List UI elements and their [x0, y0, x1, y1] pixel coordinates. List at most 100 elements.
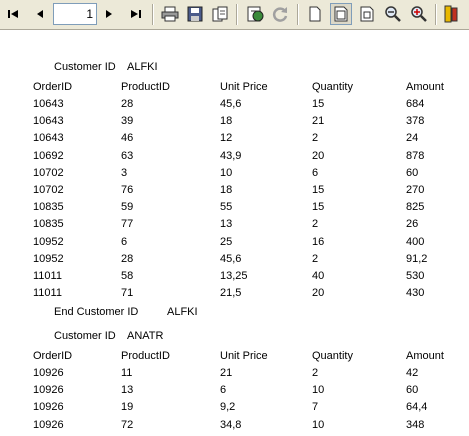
table-cell: 55	[220, 201, 233, 214]
zoom-in-button[interactable]	[408, 3, 430, 25]
column-header: OrderID	[33, 81, 73, 93]
table-cell: 6	[312, 166, 319, 179]
table-cell: 10643	[33, 132, 64, 145]
table-cell: 76	[121, 184, 134, 196]
table-cell: 20	[312, 287, 325, 300]
first-page-button[interactable]	[2, 3, 24, 25]
column-header: Quantity	[312, 350, 353, 362]
save-icon	[187, 6, 203, 22]
table-cell: 42	[406, 367, 419, 379]
table-cell: 18	[220, 184, 233, 196]
page-width-button[interactable]	[330, 3, 352, 25]
table-cell: 9,2	[220, 401, 236, 414]
table-cell: 19	[121, 401, 134, 414]
table-cell: 11011	[33, 287, 62, 300]
table-cell: 45,6	[220, 98, 242, 110]
table-cell: 46	[121, 132, 134, 145]
zoom-out-icon	[385, 6, 401, 22]
column-header: Amount	[406, 350, 444, 362]
table-cell: 6	[220, 384, 227, 397]
table-cell: 20	[312, 149, 325, 162]
table-cell: 28	[121, 98, 134, 110]
column-header: Quantity	[312, 81, 353, 93]
close-button[interactable]	[440, 3, 462, 25]
previous-page-button[interactable]	[29, 3, 51, 25]
table-cell: 430	[406, 287, 425, 300]
first-page-icon	[8, 10, 18, 18]
export-button[interactable]	[209, 3, 231, 25]
table-cell: 72	[121, 418, 134, 431]
table-cell: 2	[312, 367, 319, 379]
table-cell: 3	[121, 166, 128, 179]
single-page-button[interactable]	[304, 3, 326, 25]
table-cell: 77	[121, 218, 134, 231]
table-cell: 10926	[33, 401, 64, 414]
toolbar-separator	[435, 4, 437, 25]
table-cell: 59	[121, 201, 134, 214]
table-cell: 45,6	[220, 252, 242, 265]
table-cell: 15	[312, 184, 325, 196]
table-cell: 18	[220, 115, 233, 128]
table-cell: 10952	[33, 235, 64, 248]
column-header: Amount	[406, 81, 444, 93]
last-page-icon	[131, 10, 141, 18]
table-cell: 11011	[33, 270, 62, 282]
toolbar-separator	[297, 4, 299, 25]
table-cell: 270	[406, 184, 425, 196]
table-cell: 64,4	[406, 401, 428, 414]
table-cell: 34,8	[220, 418, 242, 431]
save-button[interactable]	[184, 3, 206, 25]
table-cell: 21	[220, 367, 233, 379]
print-icon	[161, 6, 179, 22]
group-header-label: Customer ID	[54, 61, 116, 73]
table-cell: 530	[406, 270, 425, 282]
zoom-out-button[interactable]	[382, 3, 404, 25]
table-cell: 43,9	[220, 149, 242, 162]
table-cell: 2	[312, 218, 319, 231]
table-cell: 60	[406, 166, 419, 179]
table-cell: 60	[406, 384, 419, 397]
last-page-button[interactable]	[125, 3, 147, 25]
table-cell: 10643	[33, 98, 64, 110]
page-width-icon	[334, 6, 348, 22]
table-cell: 10952	[33, 252, 64, 265]
group-footer-label: End Customer ID	[54, 306, 139, 319]
table-cell: 378	[406, 115, 425, 128]
table-cell: 10926	[33, 418, 64, 431]
table-cell: 71	[121, 287, 134, 300]
table-cell: 28	[121, 252, 134, 265]
next-page-button[interactable]	[98, 3, 120, 25]
stop-icon	[247, 6, 264, 22]
close-icon	[444, 5, 458, 23]
table-cell: 10	[312, 384, 325, 397]
table-cell: 10692	[33, 149, 64, 162]
table-cell: 63	[121, 149, 134, 162]
refresh-button[interactable]	[269, 3, 291, 25]
table-cell: 7	[312, 401, 319, 414]
previous-page-icon	[37, 10, 43, 18]
group-footer-id: ALFKI	[167, 306, 198, 319]
print-button[interactable]	[159, 3, 181, 25]
whole-page-button[interactable]	[356, 3, 378, 25]
group-customer-id: ALFKI	[127, 61, 158, 73]
table-cell: 2	[312, 252, 319, 265]
whole-page-icon	[360, 6, 374, 22]
column-header: ProductID	[121, 350, 170, 362]
refresh-icon	[272, 7, 288, 22]
table-cell: 21	[312, 115, 325, 128]
table-cell: 40	[312, 270, 325, 282]
table-cell: 16	[312, 235, 325, 248]
column-header: Unit Price	[220, 81, 268, 93]
page-number-input[interactable]: 1	[53, 3, 97, 25]
table-cell: 12	[220, 132, 233, 145]
table-cell: 15	[312, 98, 325, 110]
group-header-label: Customer ID	[54, 330, 116, 342]
table-cell: 58	[121, 270, 134, 282]
toolbar-separator	[152, 4, 154, 25]
stop-button[interactable]	[244, 3, 266, 25]
column-header: OrderID	[33, 350, 73, 362]
table-cell: 10	[312, 418, 325, 431]
table-cell: 13,25	[220, 270, 248, 282]
export-icon	[212, 6, 228, 22]
table-cell: 13	[220, 218, 233, 231]
